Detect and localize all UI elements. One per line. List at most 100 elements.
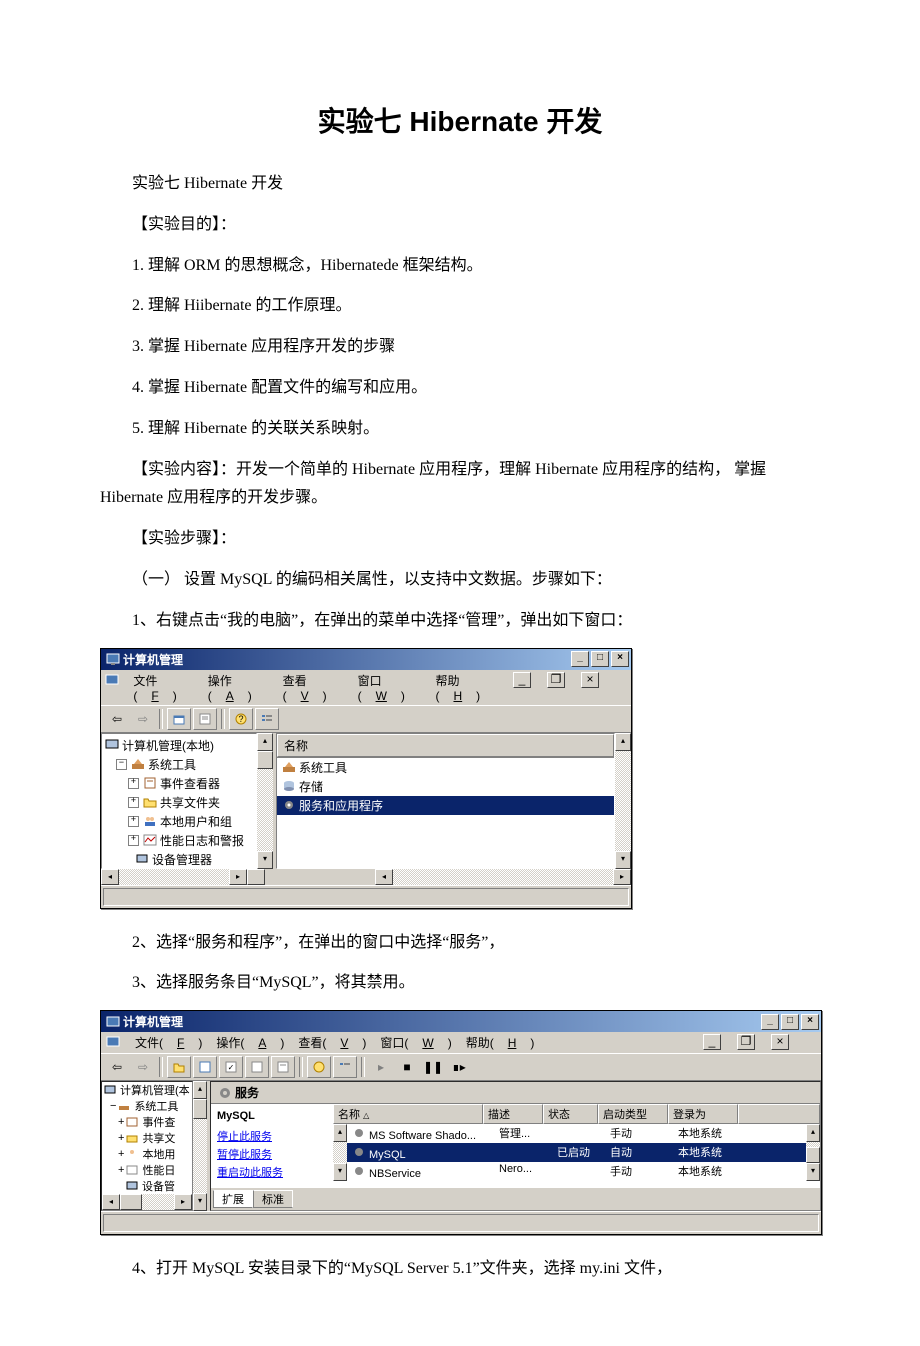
tb-btn[interactable]: [271, 1056, 295, 1078]
menu-file[interactable]: 文件(F): [135, 1034, 202, 1051]
list-item[interactable]: 存储: [277, 777, 614, 796]
mdi-restore-button[interactable]: ❐: [547, 672, 565, 688]
step-1-1: 1、右键点击“我的电脑”，在弹出的菜单中选择“管理”，弹出如下窗口：: [100, 607, 820, 636]
minimize-button[interactable]: _: [571, 651, 589, 667]
list-item-selected[interactable]: 服务和应用程序: [277, 796, 614, 815]
titlebar[interactable]: 计算机管理 _ □ ×: [101, 1011, 821, 1032]
tree-n1-3[interactable]: 本地用户和组: [160, 813, 232, 830]
list-button[interactable]: [255, 708, 279, 730]
tabs: 扩展标准: [211, 1188, 820, 1210]
table-row[interactable]: NBService Nero... 手动 本地系统: [347, 1162, 806, 1181]
tab-extended[interactable]: 扩展: [213, 1190, 253, 1208]
list-item[interactable]: 系统工具: [277, 758, 614, 777]
menu-help[interactable]: 帮助(H): [435, 672, 497, 703]
svc-scrollbar[interactable]: ▴▾: [806, 1124, 820, 1181]
tree-n1-2[interactable]: 共享文件夹: [160, 794, 220, 811]
menu-view[interactable]: 查看(V): [283, 672, 344, 703]
maximize-button[interactable]: □: [781, 1014, 799, 1030]
table-row[interactable]: MS Software Shado... 管理... 手动 本地系统: [347, 1124, 806, 1143]
tree-view[interactable]: 计算机管理(本 −系统工具 +事件查 +共享文 +本地用 +性能日 设备管 ◂▸: [101, 1081, 193, 1211]
pause-button[interactable]: ❚❚: [421, 1056, 445, 1078]
tb-btn[interactable]: [193, 1056, 217, 1078]
section-content: 【实验内容】：开发一个简单的 Hibernate 应用程序，理解 Hiberna…: [100, 456, 820, 514]
list-view[interactable]: 名称 系统工具 存储 服务和应用程序: [276, 733, 615, 869]
menu-window[interactable]: 窗口(W): [358, 672, 422, 703]
up-button[interactable]: [167, 1056, 191, 1078]
tree-n1-1[interactable]: 事件查看器: [160, 775, 220, 792]
help-button[interactable]: ?: [229, 708, 253, 730]
up-button[interactable]: [167, 708, 191, 730]
mdi-close-button[interactable]: ×: [581, 672, 599, 688]
mdi-icon: [105, 672, 119, 688]
properties-button[interactable]: [193, 708, 217, 730]
tree-view[interactable]: 计算机管理(本地) − 系统工具 + 事件查看器 + 共享文件夹 + 本地用户和组 + 性…: [101, 733, 257, 869]
col-status[interactable]: 状态: [543, 1104, 598, 1124]
mdi-close-button[interactable]: ×: [771, 1034, 789, 1050]
col-startup[interactable]: 启动类型: [598, 1104, 668, 1124]
maximize-button[interactable]: □: [591, 651, 609, 667]
statusbar: [101, 885, 631, 908]
tree-hscroll[interactable]: ◂▸: [102, 1194, 192, 1210]
close-button[interactable]: ×: [801, 1014, 819, 1030]
close-button[interactable]: ×: [611, 651, 629, 667]
restart-link[interactable]: 重启动此服务: [217, 1164, 327, 1180]
tree-scrollbar[interactable]: ▴▾: [257, 733, 273, 869]
goal-5: 5. 理解 Hibernate 的关联关系映射。: [100, 415, 820, 444]
forward-button[interactable]: ⇨: [131, 1056, 155, 1078]
step-4: 4、打开 MySQL 安装目录下的“MySQL Server 5.1”文件夹，选…: [100, 1255, 820, 1284]
menu-view[interactable]: 查看(V): [298, 1034, 366, 1051]
col-name[interactable]: 名称: [277, 734, 614, 757]
svg-text:?: ?: [238, 714, 243, 724]
subtitle: 实验七 Hibernate 开发: [100, 170, 820, 199]
tree-scrollbar[interactable]: ▴▾: [193, 1081, 207, 1211]
pause-link[interactable]: 暂停此服务: [217, 1146, 327, 1162]
play-button[interactable]: ▸: [369, 1056, 393, 1078]
h-scrollbar[interactable]: ◂▸◂▸: [101, 869, 631, 885]
tb-btn[interactable]: ✓: [219, 1056, 243, 1078]
forward-button[interactable]: ⇨: [131, 708, 155, 730]
col-logon[interactable]: 登录为: [668, 1104, 738, 1124]
tools-icon: [130, 756, 146, 772]
stop-link[interactable]: 停止此服务: [217, 1128, 327, 1144]
tree-n1[interactable]: 系统工具: [148, 756, 196, 773]
folder-icon: [142, 794, 158, 810]
minimize-button[interactable]: _: [761, 1014, 779, 1030]
mdi-restore-button[interactable]: ❐: [737, 1034, 755, 1050]
titlebar[interactable]: 计算机管理 _ □ ×: [101, 649, 631, 670]
col-desc[interactable]: 描述: [483, 1104, 543, 1124]
goal-4: 4. 掌握 Hibernate 配置文件的编写和应用。: [100, 374, 820, 403]
collapse-icon[interactable]: −: [116, 759, 127, 770]
menu-file[interactable]: 文件(F): [133, 672, 193, 703]
tools-icon: [116, 1098, 132, 1114]
expand-icon[interactable]: +: [128, 835, 139, 846]
goal-3: 3. 掌握 Hibernate 应用程序开发的步骤: [100, 333, 820, 362]
tb-btn[interactable]: [333, 1056, 357, 1078]
mdi-minimize-button[interactable]: _: [513, 672, 531, 688]
menu-window[interactable]: 窗口(W): [380, 1034, 451, 1051]
list-scrollbar[interactable]: ▴▾: [615, 733, 631, 869]
services-table[interactable]: 名称 △ 描述 状态 启动类型 登录为 ▴▾ MS Software Shado…: [333, 1104, 820, 1188]
menu-help[interactable]: 帮助(H): [466, 1034, 535, 1051]
expand-icon[interactable]: +: [128, 816, 139, 827]
table-row-selected[interactable]: MySQL 已启动 自动 本地系统: [347, 1143, 806, 1162]
menu-action[interactable]: 操作(A): [208, 672, 269, 703]
back-button[interactable]: ⇦: [105, 1056, 129, 1078]
col-name[interactable]: 名称 △: [333, 1104, 483, 1124]
tab-standard[interactable]: 标准: [253, 1190, 293, 1208]
restart-button[interactable]: ∎▸: [447, 1056, 471, 1078]
gear-icon: [351, 1163, 367, 1179]
expand-icon[interactable]: +: [128, 778, 139, 789]
help-button[interactable]: [307, 1056, 331, 1078]
expand-icon[interactable]: +: [128, 797, 139, 808]
storage-icon: [281, 778, 297, 794]
inner-scroll[interactable]: ▴▾: [333, 1124, 347, 1181]
back-button[interactable]: ⇦: [105, 708, 129, 730]
step-2: 2、选择“服务和程序”，在弹出的窗口中选择“服务”，: [100, 929, 820, 958]
mdi-minimize-button[interactable]: _: [703, 1034, 721, 1050]
tree-n1-4[interactable]: 性能日志和警报: [160, 832, 244, 849]
menu-action[interactable]: 操作(A): [216, 1034, 284, 1051]
tb-btn[interactable]: [245, 1056, 269, 1078]
stop-button[interactable]: ■: [395, 1056, 419, 1078]
tree-root[interactable]: 计算机管理(本地): [122, 737, 214, 754]
tree-n1-5[interactable]: 设备管理器: [152, 851, 212, 868]
